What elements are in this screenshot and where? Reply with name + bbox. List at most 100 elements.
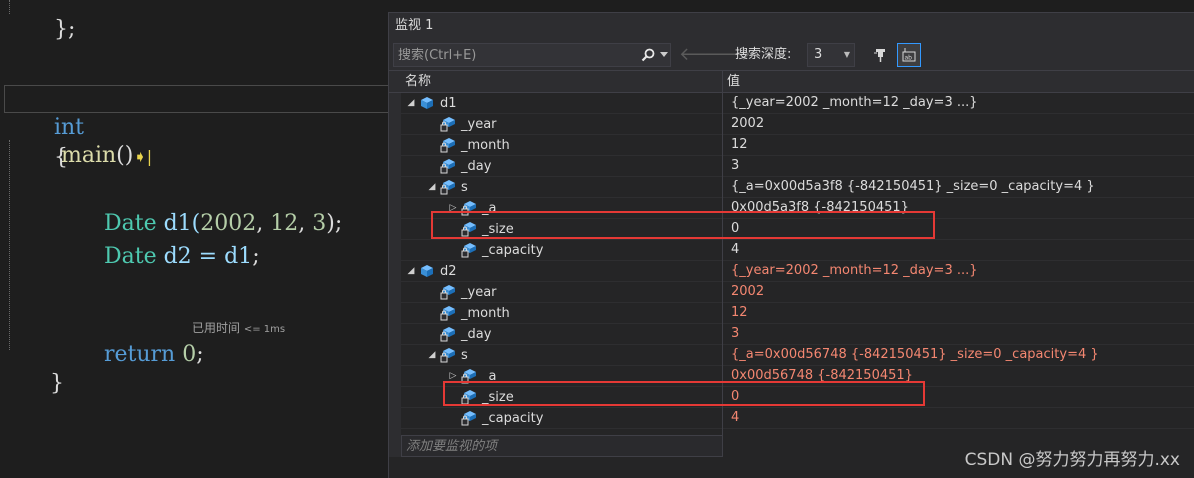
watch-var-name: s bbox=[461, 347, 468, 363]
watch-row[interactable]: _month 12 bbox=[401, 303, 1194, 324]
watch-value-cell[interactable]: 4 bbox=[727, 408, 739, 428]
collapse-triangle-icon[interactable]: ◢ bbox=[426, 182, 438, 192]
code-line-open-brace: { bbox=[12, 116, 68, 200]
brace-guide-top bbox=[9, 0, 10, 14]
watch-name-cell: ◢ s bbox=[426, 177, 468, 197]
watch-title[interactable]: 监视 1 bbox=[389, 13, 1194, 39]
watch-name-cell: _capacity bbox=[447, 240, 543, 260]
watch-row[interactable]: _day 3 bbox=[401, 324, 1194, 345]
watch-var-name: _year bbox=[461, 116, 497, 132]
watch-var-name: _day bbox=[461, 326, 492, 342]
code-editor[interactable]: }; int main()➧| { Date d1(2002, 12, 3); … bbox=[0, 0, 390, 478]
watch-row[interactable]: ◢ d1 {_year=2002 _month=12 _day=3 ...} bbox=[401, 93, 1194, 114]
code-token-type: Date bbox=[103, 244, 157, 269]
watch-value-cell[interactable]: {_year=2002 _month=12 _day=3 ...} bbox=[727, 93, 978, 113]
column-header-value[interactable]: 值 bbox=[727, 71, 740, 93]
watch-row[interactable]: _month 12 bbox=[401, 135, 1194, 156]
watch-value-cell[interactable]: 2002 bbox=[727, 114, 764, 134]
pin-icon[interactable] bbox=[869, 43, 893, 67]
watch-name-cell: _month bbox=[426, 135, 510, 155]
search-icon[interactable] bbox=[638, 44, 658, 66]
watch-name-cell: _year bbox=[426, 282, 497, 302]
object-cube-icon bbox=[419, 95, 435, 111]
code-token-punct: ; bbox=[196, 342, 204, 367]
watch-value-cell[interactable]: 3 bbox=[727, 324, 739, 344]
code-line-return: return 0; bbox=[62, 313, 204, 397]
add-watch-input[interactable]: 添加要监视的项 bbox=[401, 435, 723, 457]
watch-name-cell: _month bbox=[426, 303, 510, 323]
watch-value-cell[interactable]: {_year=2002 _month=12 _day=3 ...} bbox=[727, 261, 978, 281]
watch-row[interactable]: _year 2002 bbox=[401, 114, 1194, 135]
code-token-keyword: return bbox=[103, 342, 176, 367]
grid-gutter bbox=[389, 93, 401, 457]
code-token-punct: ); bbox=[326, 211, 343, 236]
code-token-ident: d1 bbox=[224, 244, 253, 269]
current-statement-arrow-icon: ➧| bbox=[133, 147, 153, 166]
code-line-d2: Date d2 = d1; bbox=[62, 215, 260, 299]
search-input[interactable] bbox=[394, 44, 630, 66]
field-lock-icon bbox=[440, 179, 456, 195]
field-lock-icon bbox=[440, 284, 456, 300]
watch-value-cell[interactable]: 2002 bbox=[727, 282, 764, 302]
watch-value-cell[interactable]: 4 bbox=[727, 240, 739, 260]
watch-value-cell[interactable]: 12 bbox=[727, 135, 748, 155]
field-lock-icon bbox=[461, 410, 477, 426]
watch-value-cell[interactable]: {_a=0x00d56748 {-842150451} _size=0 _cap… bbox=[727, 345, 1099, 365]
collapse-triangle-icon[interactable]: ◢ bbox=[405, 266, 417, 276]
watch-value-cell[interactable]: 12 bbox=[727, 303, 748, 323]
field-lock-icon bbox=[440, 326, 456, 342]
collapse-triangle-icon[interactable]: ◢ bbox=[426, 350, 438, 360]
watch-row[interactable]: _year 2002 bbox=[401, 282, 1194, 303]
collapse-triangle-icon[interactable]: ◢ bbox=[405, 98, 417, 108]
svg-text:ab: ab bbox=[905, 55, 913, 62]
watch-var-name: _capacity bbox=[482, 410, 544, 426]
code-token-function: main bbox=[60, 143, 117, 168]
watch-name-cell: _capacity bbox=[447, 408, 543, 428]
column-header-name[interactable]: 名称 bbox=[405, 71, 431, 93]
chevron-down-icon: ▼ bbox=[843, 50, 850, 59]
watch-name-cell: ◢ s bbox=[426, 345, 468, 365]
perf-tip[interactable]: 已用时间 <= 1ms bbox=[192, 319, 285, 336]
watch-value-cell[interactable]: 3 bbox=[727, 156, 739, 176]
arrow-right-icon[interactable]: 🡒 bbox=[703, 45, 751, 65]
search-box bbox=[393, 43, 671, 67]
field-lock-icon bbox=[440, 137, 456, 153]
field-lock-icon bbox=[440, 347, 456, 363]
format-hex-icon[interactable]: ab bbox=[897, 43, 921, 67]
code-token-number: 0 bbox=[182, 342, 197, 367]
watch-var-name: _month bbox=[461, 305, 510, 321]
code-line-struct-end: }; bbox=[12, 0, 75, 72]
watch-row[interactable]: _day 3 bbox=[401, 156, 1194, 177]
watch-row[interactable]: _capacity 4 bbox=[401, 408, 1194, 429]
field-lock-icon bbox=[461, 242, 477, 258]
search-options-chevron-down-icon[interactable] bbox=[658, 44, 670, 66]
watch-var-name: d1 bbox=[440, 95, 457, 111]
code-token-brace: } bbox=[49, 371, 64, 396]
watch-name-cell: ◢ d1 bbox=[405, 93, 457, 113]
watch-toolbar: 🡐 🡒 搜索深度: 3 ▼ ab bbox=[389, 39, 1194, 71]
watch-row[interactable]: ◢ d2 {_year=2002 _month=12 _day=3 ...} bbox=[401, 261, 1194, 282]
arrow-left-icon[interactable]: 🡐 bbox=[679, 45, 727, 65]
search-depth-value: 3 bbox=[814, 47, 823, 62]
watch-value-cell[interactable]: {_a=0x00d5a3f8 {-842150451} _size=0 _cap… bbox=[727, 177, 1095, 197]
perf-tip-label: 已用时间 bbox=[192, 321, 241, 335]
expand-triangle-icon[interactable]: ▷ bbox=[447, 371, 459, 381]
watch-name-cell: _day bbox=[426, 156, 491, 176]
search-depth-select[interactable]: 3 ▼ bbox=[807, 43, 855, 67]
highlight-box-d1-a bbox=[431, 211, 935, 239]
watch-row[interactable]: ◢ s {_a=0x00d5a3f8 {-842150451} _size=0 _c… bbox=[401, 177, 1194, 198]
field-lock-icon bbox=[440, 158, 456, 174]
watch-name-cell: _year bbox=[426, 114, 497, 134]
watch-row[interactable]: _capacity 4 bbox=[401, 240, 1194, 261]
perf-tip-value: <= 1ms bbox=[243, 324, 286, 335]
watch-row[interactable]: ◢ s {_a=0x00d56748 {-842150451} _size=0 _c… bbox=[401, 345, 1194, 366]
watch-name-cell: ◢ d2 bbox=[405, 261, 457, 281]
code-token-punct: ; bbox=[252, 244, 260, 269]
field-lock-icon bbox=[440, 305, 456, 321]
watch-var-name: s bbox=[461, 179, 468, 195]
code-token-punct: () bbox=[116, 143, 134, 168]
watch-var-name: d2 bbox=[440, 263, 457, 279]
code-line-close-brace: } bbox=[8, 342, 64, 426]
object-cube-icon bbox=[419, 263, 435, 279]
code-token-ident: d2 = bbox=[163, 244, 225, 269]
